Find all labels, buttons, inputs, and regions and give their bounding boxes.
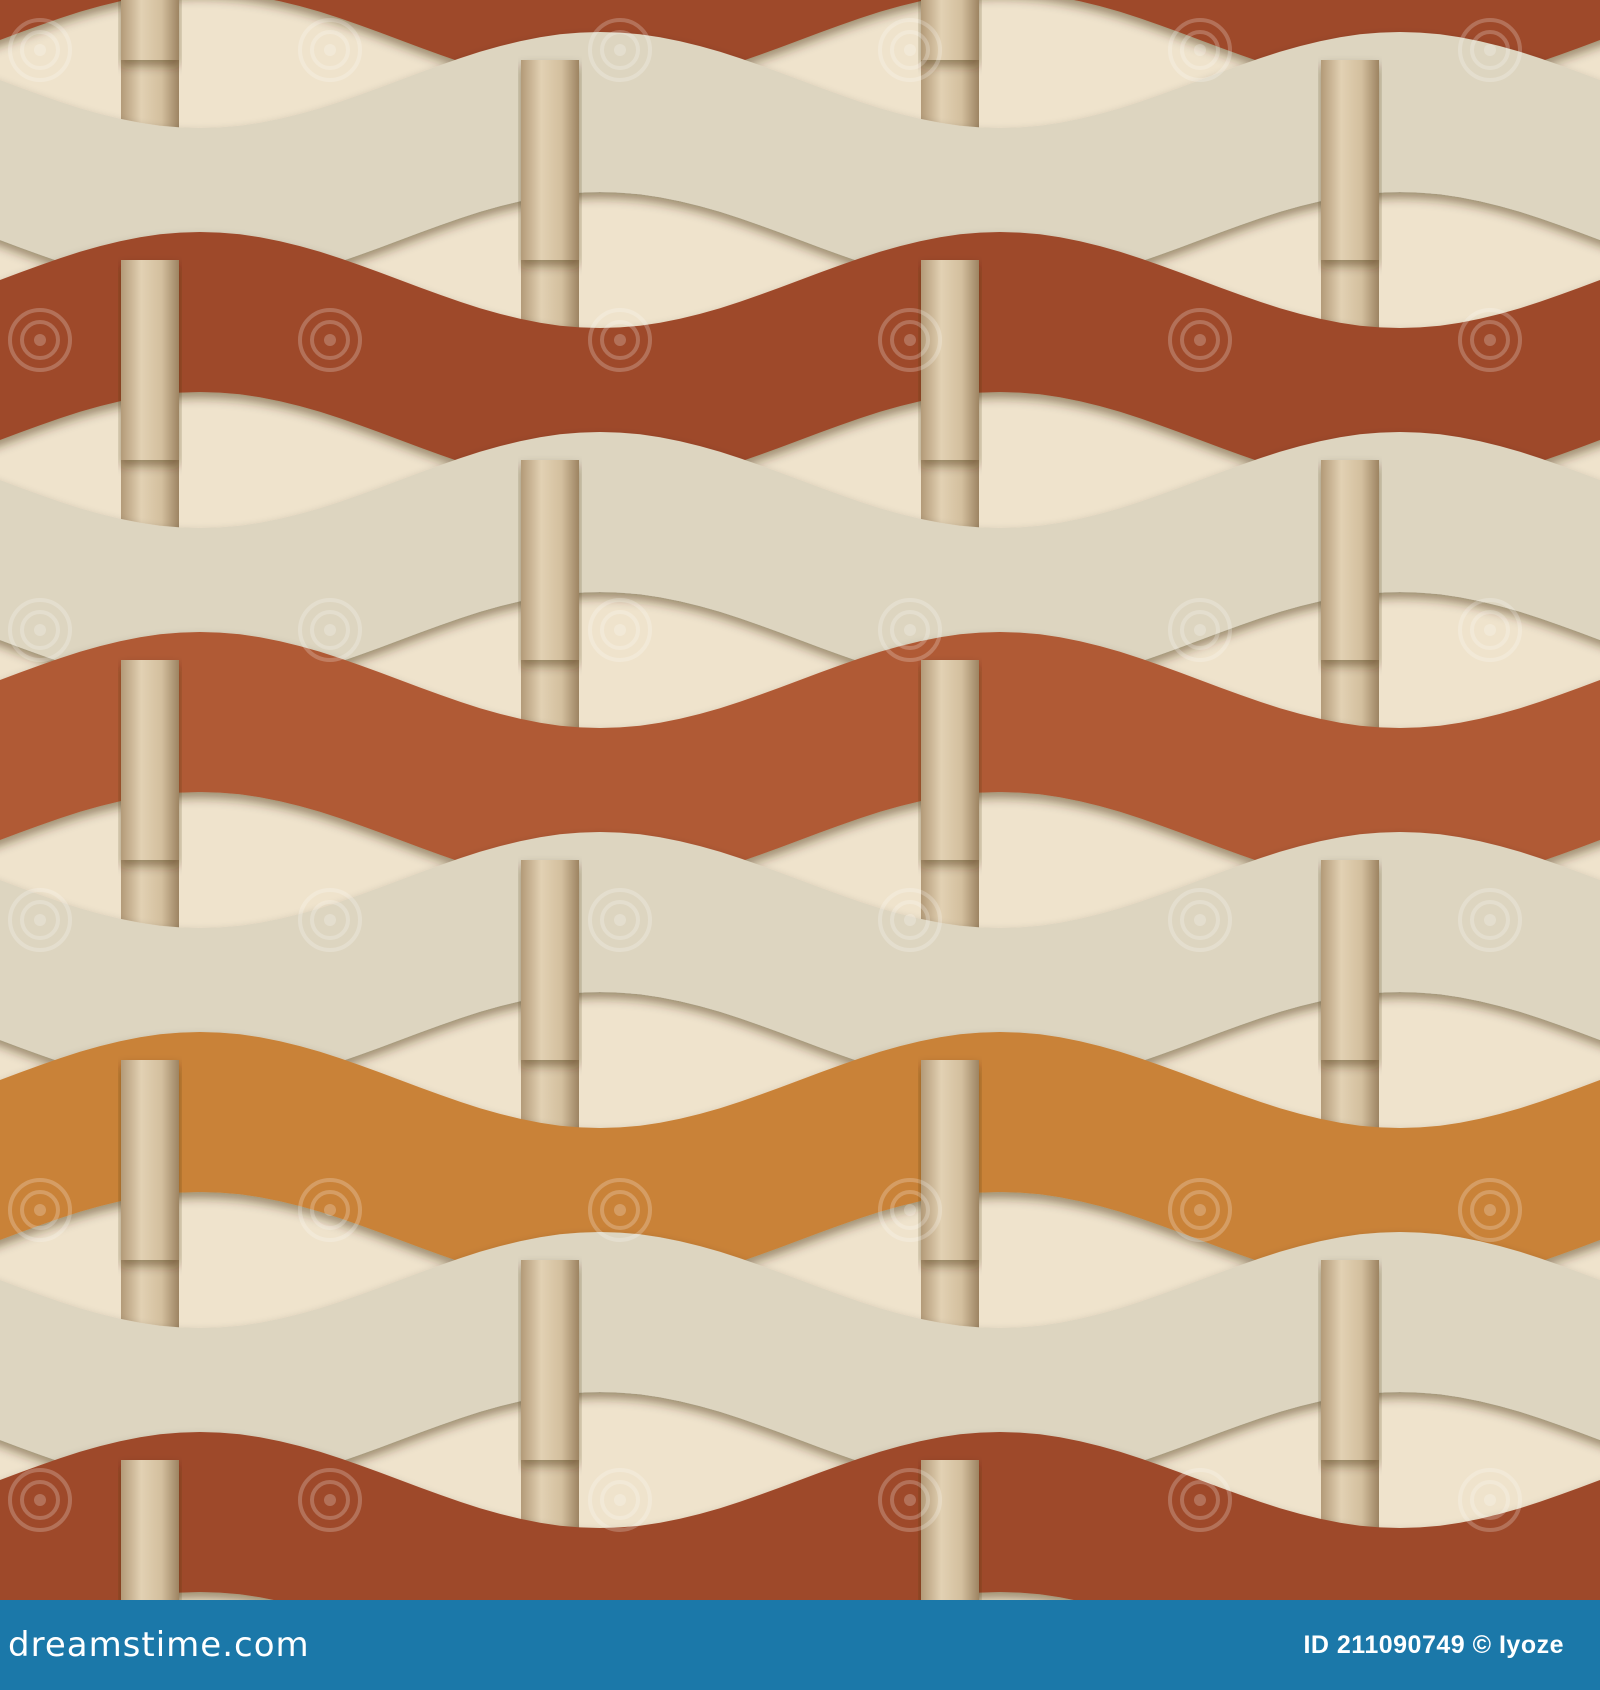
vertical-rod-segment bbox=[1321, 460, 1379, 660]
woven-pattern-artwork bbox=[0, 0, 1600, 1600]
vertical-rod-segment bbox=[121, 1060, 179, 1260]
dreamstime-logo: dreamstime.com bbox=[8, 1625, 310, 1665]
vertical-rod-segment bbox=[121, 660, 179, 860]
vertical-rod-segment bbox=[921, 660, 979, 860]
vertical-rod-segment bbox=[121, 0, 179, 60]
vertical-rod-segment bbox=[121, 1460, 179, 1600]
vertical-rod-segment bbox=[521, 60, 579, 260]
vertical-rod-segment bbox=[1321, 1260, 1379, 1460]
vertical-rod-segment bbox=[1321, 60, 1379, 260]
image-id-credit: ID 211090749 © Iyoze bbox=[1303, 1630, 1564, 1659]
vertical-rod-segment bbox=[521, 1260, 579, 1460]
vertical-rod-segment bbox=[921, 1460, 979, 1600]
vertical-rod-segment bbox=[121, 260, 179, 460]
vertical-rod-segment bbox=[521, 460, 579, 660]
vertical-rod-segment bbox=[1321, 860, 1379, 1060]
stock-image: dreamstime.com ID 211090749 © Iyoze bbox=[0, 0, 1600, 1690]
stock-credit-bar: dreamstime.com ID 211090749 © Iyoze bbox=[0, 1600, 1600, 1690]
vertical-rod-segment bbox=[521, 860, 579, 1060]
